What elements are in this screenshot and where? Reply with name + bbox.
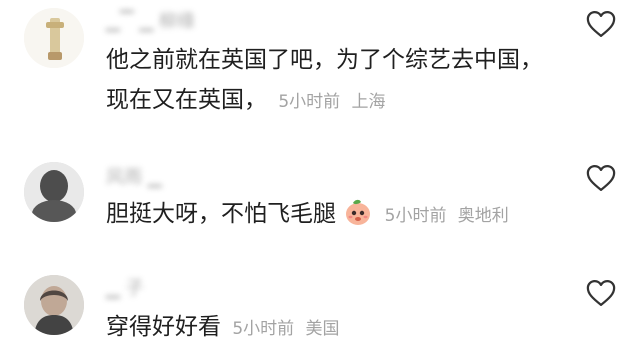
comment-location: 奥地利 bbox=[457, 206, 509, 226]
peach-emoji-icon bbox=[346, 199, 371, 225]
heart-outline-icon[interactable] bbox=[586, 10, 616, 38]
comment-username[interactable]: ▁▔ ▁ 柳缘 bbox=[106, 10, 195, 34]
avatar[interactable] bbox=[24, 8, 84, 68]
avatar-image bbox=[24, 8, 84, 68]
avatar-image bbox=[24, 162, 84, 222]
avatar[interactable] bbox=[24, 162, 84, 222]
comment-time: 5小时前 bbox=[278, 92, 341, 112]
comment-time: 5小时前 bbox=[232, 319, 295, 339]
comment-location: 美国 bbox=[305, 319, 340, 339]
comment-body: 穿得好好看 bbox=[106, 314, 221, 340]
comment-username[interactable]: 风雨 ▁ bbox=[106, 166, 162, 190]
comment-username[interactable]: ▁ 子 bbox=[106, 277, 144, 301]
comment-body: 胆挺大呀，不怕飞毛腿 bbox=[106, 201, 336, 227]
heart-outline-icon[interactable] bbox=[586, 164, 616, 192]
comment-text: 他之前就在英国了吧，为了个综艺去中国，现在又在英国， 5小时前 上海 bbox=[106, 40, 560, 122]
comment-text: 胆挺大呀，不怕飞毛腿 5小时前 奥地利 bbox=[106, 194, 560, 236]
comment-time: 5小时前 bbox=[384, 206, 447, 226]
avatar[interactable] bbox=[24, 275, 84, 335]
comment-location: 上海 bbox=[351, 92, 386, 112]
comment-item: ▁▔ ▁ 柳缘 他之前就在英国了吧，为了个综艺去中国，现在又在英国， 5小时前 … bbox=[0, 0, 640, 113]
comment-text: 穿得好好看 5小时前 美国 bbox=[106, 307, 560, 349]
heart-outline-icon[interactable] bbox=[586, 279, 616, 307]
comment-item: 风雨 ▁ 胆挺大呀，不怕飞毛腿 5小时前 奥地利 bbox=[0, 150, 640, 240]
avatar-image bbox=[24, 275, 84, 335]
comment-item: ▁ 子 穿得好好看 5小时前 美国 bbox=[0, 265, 640, 355]
